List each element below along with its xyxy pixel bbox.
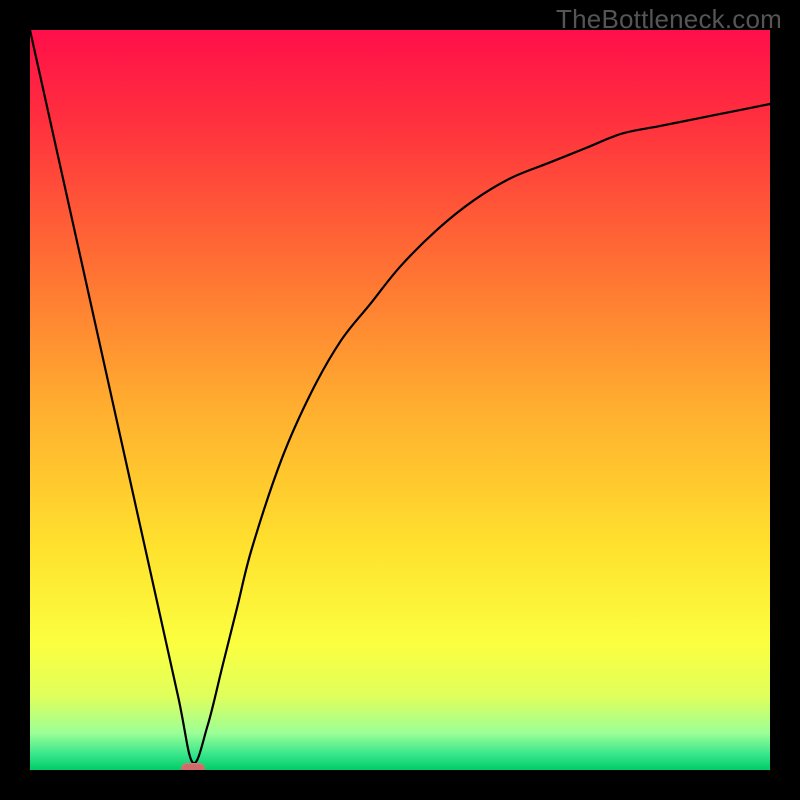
optimum-marker [181,763,205,770]
watermark-text: TheBottleneck.com [556,4,782,35]
chart-container: TheBottleneck.com [0,0,800,800]
curve-layer [30,30,770,770]
curve-line [30,30,770,763]
plot-area [30,30,770,770]
